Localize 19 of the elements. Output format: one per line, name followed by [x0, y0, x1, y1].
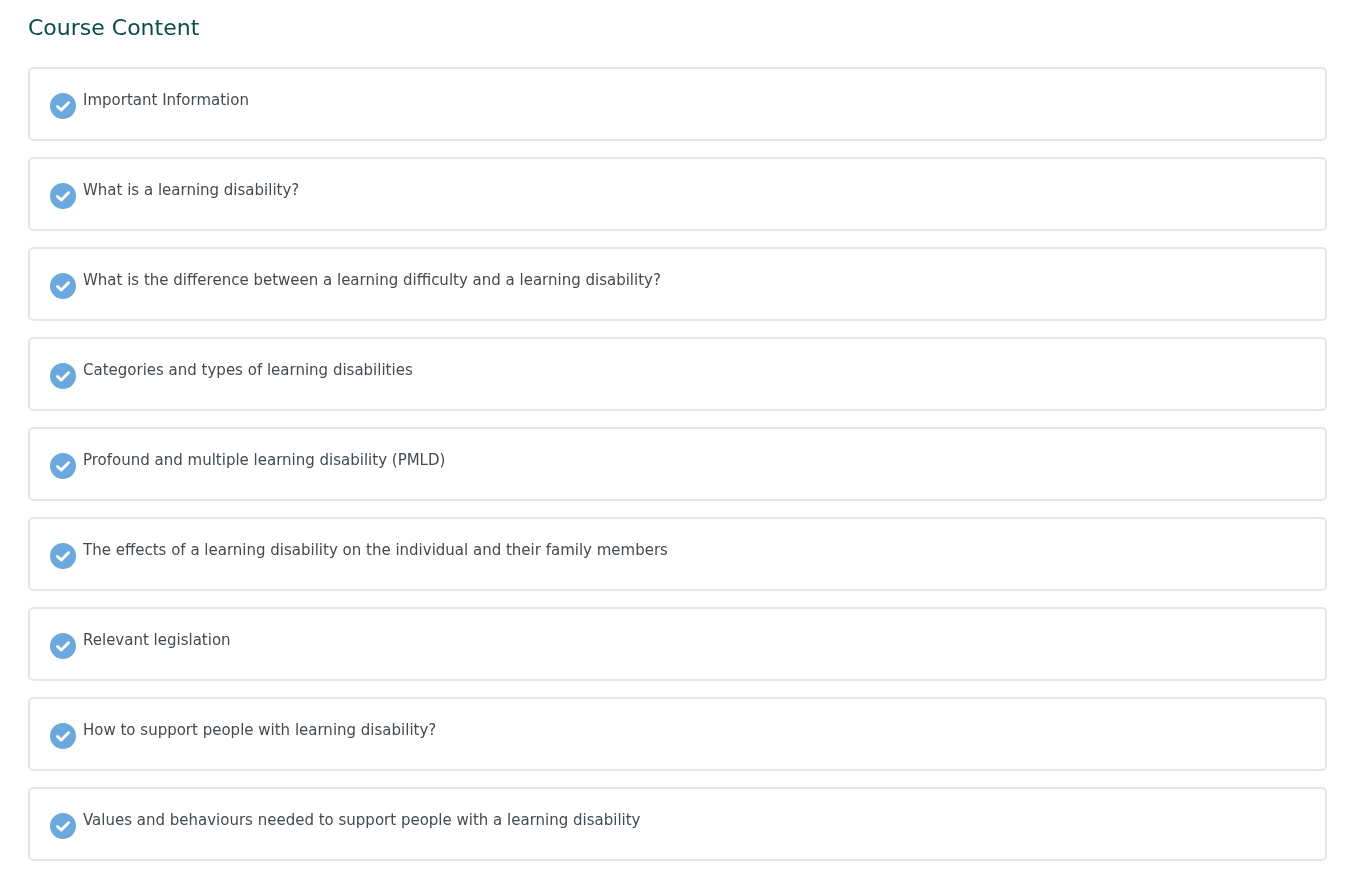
lesson-title: The effects of a learning disability on the individual and their family members: [83, 540, 668, 560]
lesson-card[interactable]: Values and behaviours needed to support people with a learning disability: [28, 787, 1327, 861]
lesson-title: What is the difference between a learning difficulty and a learning disability?: [83, 270, 661, 290]
lesson-title: Profound and multiple learning disability (PMLD): [83, 450, 446, 470]
lesson-card[interactable]: Relevant legislation: [28, 607, 1327, 681]
lesson-title: Values and behaviours needed to support people with a learning disability: [83, 810, 641, 830]
lesson-title: What is a learning disability?: [83, 180, 300, 200]
lesson-title: Relevant legislation: [83, 630, 231, 650]
lesson-card[interactable]: What is the difference between a learning difficulty and a learning disability?: [28, 247, 1327, 321]
lesson-card[interactable]: The effects of a learning disability on the individual and their family members: [28, 517, 1327, 591]
lesson-title: Important Information: [83, 90, 249, 110]
lesson-card[interactable]: What is a learning disability?: [28, 157, 1327, 231]
section-heading: Course Content: [28, 14, 200, 42]
lesson-card[interactable]: Categories and types of learning disabilities: [28, 337, 1327, 411]
lesson-title: How to support people with learning disability?: [83, 720, 437, 740]
lesson-card[interactable]: Profound and multiple learning disability (PMLD): [28, 427, 1327, 501]
lesson-title: Categories and types of learning disabilities: [83, 360, 413, 380]
lesson-card[interactable]: How to support people with learning disability?: [28, 697, 1327, 771]
lesson-card[interactable]: Important Information: [28, 67, 1327, 141]
